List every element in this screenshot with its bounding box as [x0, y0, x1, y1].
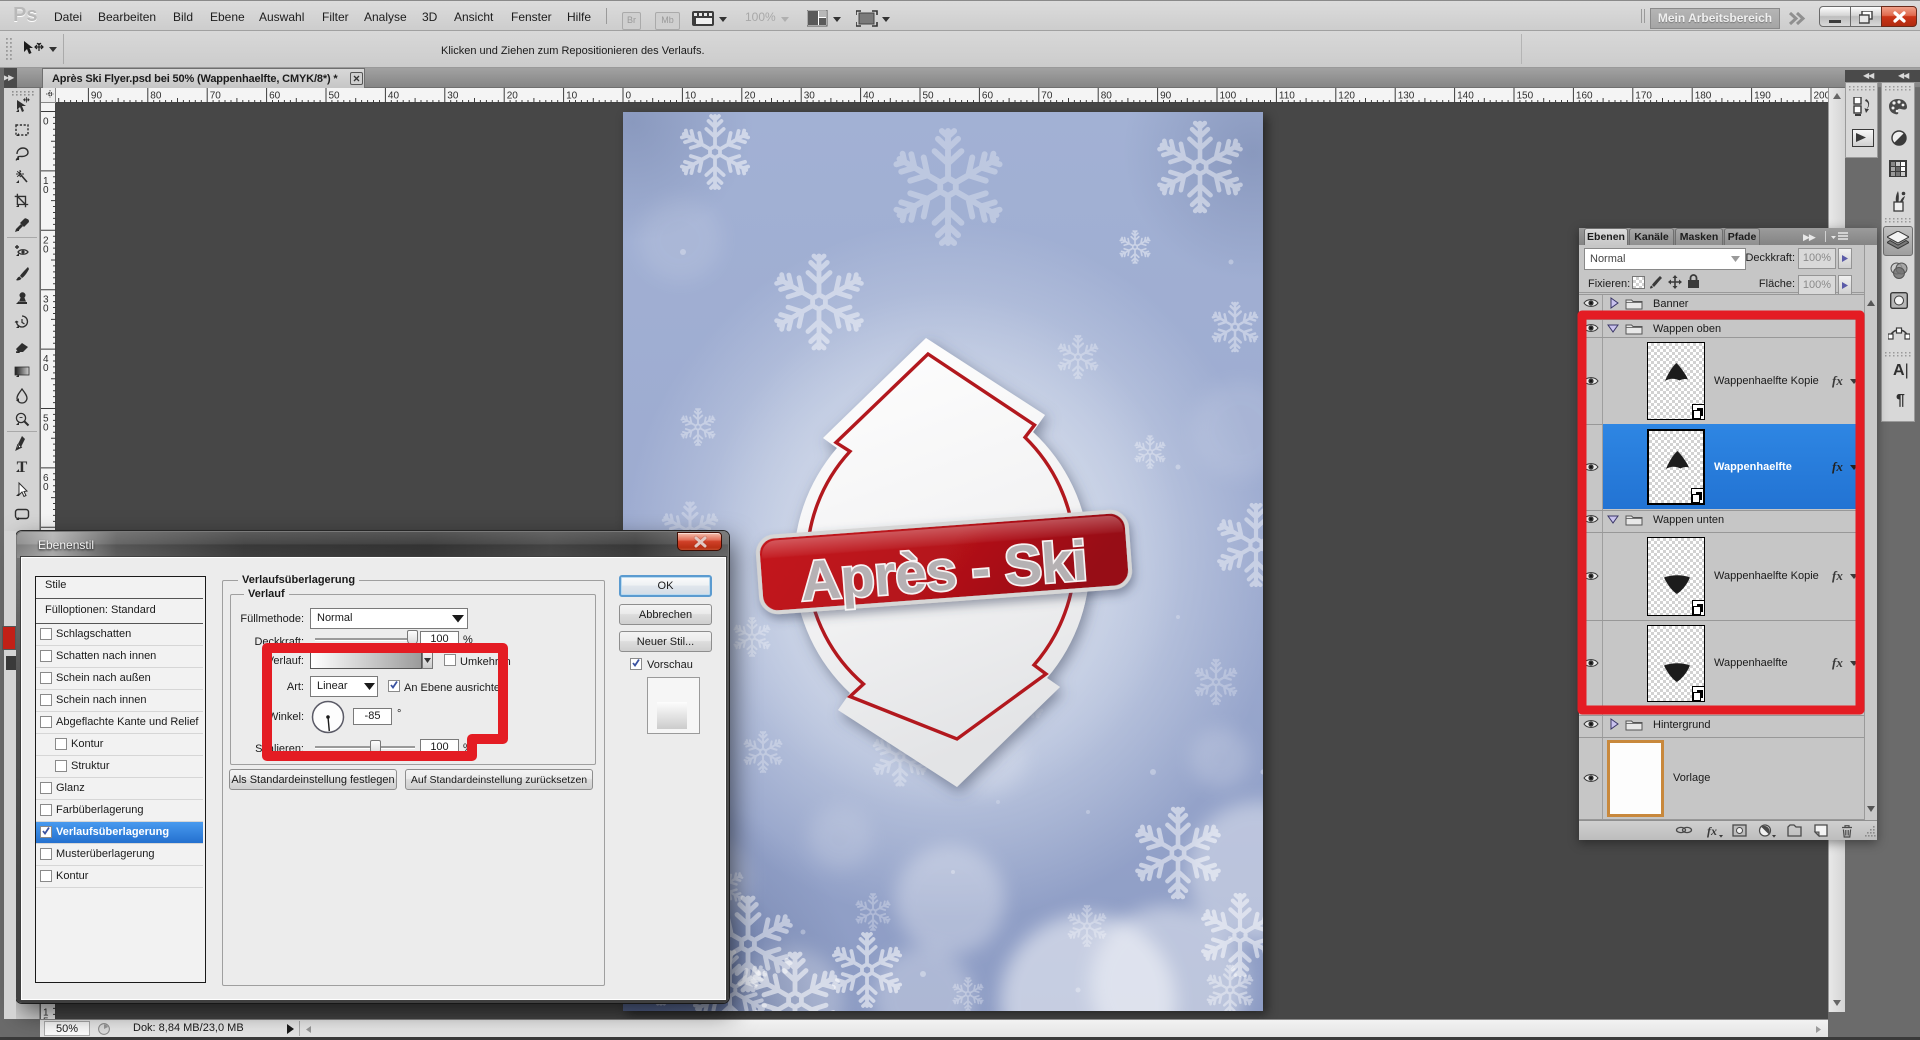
svg-text:20: 20	[744, 91, 756, 102]
svg-text:190: 190	[1754, 91, 1771, 102]
svg-text:80: 80	[150, 91, 162, 102]
svg-text:180: 180	[1695, 91, 1712, 102]
svg-text:90: 90	[91, 91, 103, 102]
svg-text:5: 5	[43, 1017, 49, 1020]
svg-text:0: 0	[43, 363, 49, 374]
svg-text:170: 170	[1635, 91, 1652, 102]
svg-text:100: 100	[1220, 91, 1237, 102]
svg-text:80: 80	[1101, 91, 1113, 102]
svg-text:110: 110	[1279, 91, 1295, 102]
svg-text:120: 120	[1338, 91, 1355, 102]
svg-text:60: 60	[982, 91, 994, 102]
svg-text:90: 90	[1160, 91, 1172, 102]
svg-text:60: 60	[269, 91, 281, 102]
svg-text:70: 70	[1041, 91, 1053, 102]
svg-text:150: 150	[1517, 91, 1534, 102]
svg-text:T: T	[17, 459, 28, 476]
svg-text:0: 0	[43, 185, 49, 196]
svg-text:0: 0	[626, 91, 632, 102]
svg-text:200: 200	[1814, 91, 1829, 102]
svg-text:20: 20	[507, 91, 519, 102]
svg-text:30: 30	[447, 91, 459, 102]
svg-text:10: 10	[685, 91, 697, 102]
svg-text:30: 30	[804, 91, 816, 102]
svg-text:70: 70	[210, 91, 222, 102]
svg-text:0: 0	[43, 117, 49, 128]
svg-text:0: 0	[43, 304, 49, 315]
svg-text:10: 10	[566, 91, 578, 102]
svg-text:0: 0	[43, 244, 49, 255]
svg-text:fx: fx	[1707, 824, 1717, 838]
svg-text:40: 40	[388, 91, 400, 102]
svg-text:50: 50	[923, 91, 935, 102]
svg-text:40: 40	[863, 91, 875, 102]
svg-text:0: 0	[43, 482, 49, 493]
svg-text:0: 0	[43, 423, 49, 434]
svg-text:130: 130	[1398, 91, 1415, 102]
svg-text:50: 50	[329, 91, 341, 102]
svg-text:140: 140	[1457, 91, 1474, 102]
svg-text:160: 160	[1576, 91, 1593, 102]
